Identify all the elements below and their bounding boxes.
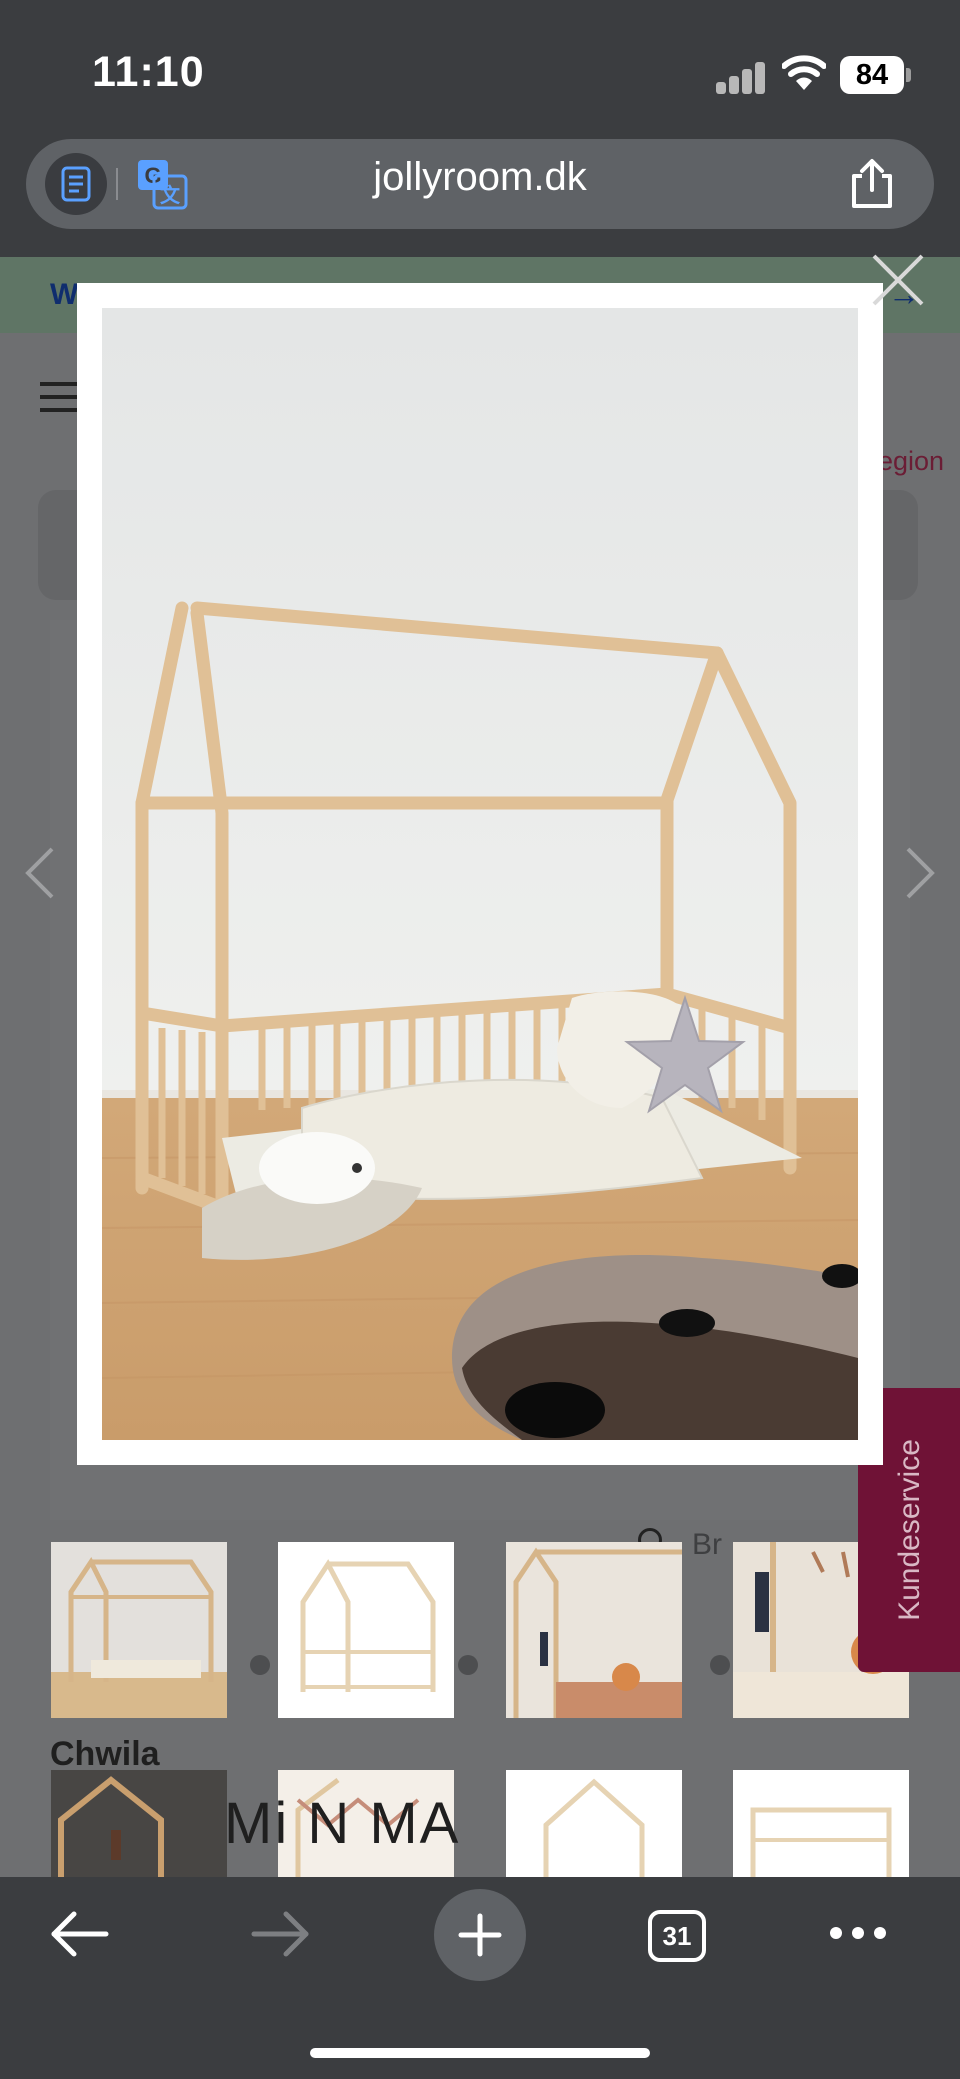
gallery-thumbnail[interactable] — [506, 1542, 682, 1718]
translate-icon[interactable]: G 文 — [136, 158, 188, 215]
hamburger-menu-icon[interactable] — [40, 382, 78, 421]
reader-mode-button[interactable] — [45, 153, 107, 215]
gallery-next-chevron-icon[interactable] — [900, 845, 940, 906]
svg-text:文: 文 — [160, 183, 181, 207]
more-options-icon[interactable] — [830, 1926, 896, 1944]
new-tab-button[interactable] — [434, 1889, 526, 1981]
lightbox-image[interactable] — [102, 308, 858, 1440]
wifi-icon — [781, 52, 827, 97]
banner-text: W — [50, 278, 79, 311]
share-icon[interactable] — [848, 158, 896, 215]
cellular-signal-icon — [716, 60, 766, 94]
address-separator — [116, 168, 118, 200]
forward-arrow-icon[interactable] — [248, 1908, 312, 1965]
product-brand[interactable]: Chwila — [50, 1735, 160, 1774]
gallery-thumbnail[interactable] — [278, 1542, 454, 1718]
battery-tip — [906, 68, 911, 82]
customer-service-label: Kundeservice — [893, 1439, 926, 1621]
gallery-thumbnail[interactable] — [51, 1770, 227, 1877]
back-arrow-icon[interactable] — [48, 1908, 112, 1965]
gallery-thumbnail[interactable] — [506, 1770, 682, 1877]
product-title: Mi N MA — [224, 1791, 461, 1856]
gallery-thumbnail[interactable] — [733, 1770, 909, 1877]
home-indicator — [310, 2048, 650, 2058]
region-label[interactable]: egion — [878, 446, 944, 477]
battery-icon: 84 — [840, 56, 904, 94]
url-domain[interactable]: jollyroom.dk — [300, 155, 660, 200]
close-icon[interactable] — [862, 252, 934, 308]
brand-search-text: Br — [692, 1528, 722, 1561]
gallery-prev-chevron-icon[interactable] — [20, 845, 60, 906]
clock: 11:10 — [92, 48, 205, 96]
tab-count-button[interactable]: 31 — [648, 1910, 706, 1962]
reader-icon — [61, 166, 91, 202]
plus-icon — [458, 1913, 502, 1957]
gallery-thumbnail[interactable] — [51, 1542, 227, 1718]
